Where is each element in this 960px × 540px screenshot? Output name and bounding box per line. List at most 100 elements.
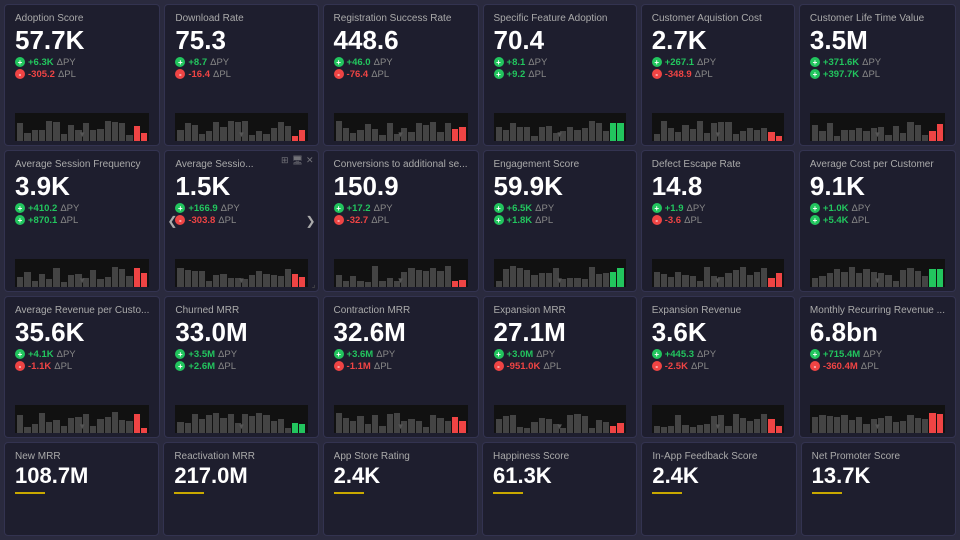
- card-delta-container: ++6.3K ΔPY--305.2 ΔPL: [15, 57, 149, 80]
- bottom-card-app-store-rating: App Store Rating2.4K: [323, 442, 478, 536]
- chart-bar: [697, 281, 703, 287]
- delta-value-0: +3.6M: [347, 349, 374, 360]
- card-value: 448.6: [334, 26, 468, 55]
- chart-bar: [754, 130, 760, 141]
- card-delta-container: ++410.2 ΔPY++870.1 ΔPL: [15, 203, 149, 226]
- delta-label-1: ΔPL: [862, 69, 880, 80]
- chart-bar: [849, 420, 855, 433]
- card-title: Average Cost per Customer: [810, 159, 945, 170]
- card-chart: ▼: [652, 259, 784, 287]
- chart-bar: [357, 281, 363, 288]
- nav-left-arrow[interactable]: ❮: [167, 214, 177, 228]
- bottom-card-in-app-feedback-score: In-App Feedback Score2.4K: [641, 442, 796, 536]
- delta-dot-0: +: [494, 349, 504, 359]
- chart-bar: [437, 418, 443, 433]
- chevron-down-icon: ▼: [397, 130, 405, 139]
- chart-bar: [119, 123, 125, 141]
- card-chart: ▼: [810, 259, 945, 287]
- delta-label-0: ΔPY: [376, 349, 395, 360]
- delta-dot-0: +: [15, 57, 25, 67]
- delta-label-1: ΔPL: [213, 69, 231, 80]
- delta-label-0: ΔPY: [697, 349, 716, 360]
- delta-value-1: -1.1M: [347, 361, 371, 372]
- delta-value-1: -303.8: [188, 215, 215, 226]
- close-icon[interactable]: ✕: [306, 155, 314, 166]
- delta-dot-1: +: [15, 215, 25, 225]
- delta-value-0: +371.6K: [823, 57, 859, 68]
- delta-dot-0: +: [494, 203, 504, 213]
- chart-bar: [206, 281, 212, 287]
- chart-bar: [675, 272, 681, 287]
- bottom-card-indicator: [334, 492, 364, 494]
- delta-dot-0: +: [810, 203, 820, 213]
- delta-value-0: +4.1K: [28, 349, 54, 360]
- delta-label-0: ΔPY: [697, 57, 716, 68]
- card-chart: ▼: [175, 113, 307, 141]
- chart-bar: [423, 125, 429, 141]
- chart-bar: [416, 421, 422, 433]
- card-value: 150.9: [334, 172, 468, 201]
- chart-bar: [682, 425, 688, 433]
- chart-bar: [68, 418, 74, 433]
- chart-bar: [126, 276, 132, 287]
- resize-handle[interactable]: ⌟: [312, 280, 316, 289]
- delta-label-0: ΔPY: [374, 203, 393, 214]
- chart-bar: [546, 419, 552, 433]
- grid-icon[interactable]: ⊞: [281, 155, 289, 166]
- chart-bar: [379, 281, 385, 287]
- chart-bar: [112, 412, 118, 433]
- delta-value-0: +6.3K: [28, 57, 54, 68]
- chart-bar: [213, 122, 219, 141]
- chart-bar: [776, 136, 782, 141]
- chart-bar: [430, 415, 436, 433]
- chart-bar: [206, 415, 212, 433]
- chart-bar: [704, 267, 710, 287]
- chart-bar: [292, 274, 298, 287]
- delta-dot-1: -: [652, 215, 662, 225]
- delta-label-1: ΔPL: [60, 215, 78, 226]
- chart-bar: [582, 416, 588, 433]
- chart-bar: [733, 134, 739, 141]
- chart-bar: [915, 125, 921, 141]
- card-title: Contraction MRR: [334, 305, 468, 316]
- chart-bar: [336, 275, 342, 287]
- delta-label-1: ΔPL: [684, 215, 702, 226]
- delta-value-0: +17.2: [347, 203, 371, 214]
- delta-label-1: ΔPL: [528, 69, 546, 80]
- chart-bar: [922, 276, 928, 287]
- card-delta-container: ++166.9 ΔPY--303.8 ΔPL: [175, 203, 307, 226]
- chart-bar: [510, 266, 516, 287]
- chart-bar: [112, 267, 118, 287]
- chart-bar: [812, 417, 818, 433]
- monitor-icon[interactable]: 🖥: [292, 155, 303, 166]
- chart-bar: [445, 421, 451, 433]
- chart-bar: [39, 130, 45, 141]
- card-expansion-revenue: Expansion Revenue3.6K++445.3 ΔPY--2.5K Δ…: [641, 296, 795, 438]
- card-title: Customer Life Time Value: [810, 13, 945, 24]
- card-value: 57.7K: [15, 26, 149, 55]
- chart-bar: [350, 421, 356, 433]
- delta-value-0: +8.7: [188, 57, 207, 68]
- chart-bar: [510, 123, 516, 141]
- card-chart: ▼: [175, 405, 307, 433]
- chart-bar: [922, 419, 928, 433]
- chart-bar: [105, 417, 111, 433]
- delta-label-0: ΔPY: [210, 57, 229, 68]
- chart-bar: [761, 268, 767, 288]
- card-chart: ▼: [494, 259, 626, 287]
- chart-bar: [546, 273, 552, 287]
- chart-bar: [690, 427, 696, 433]
- chart-bar: [517, 268, 523, 287]
- delta-value-1: +397.7K: [823, 69, 859, 80]
- delta-label-0: ΔPY: [863, 349, 882, 360]
- chevron-down-icon: ▼: [873, 422, 881, 431]
- chart-bar: [496, 281, 502, 287]
- delta-value-1: -32.7: [347, 215, 369, 226]
- delta-label-0: ΔPY: [536, 349, 555, 360]
- chart-bar: [299, 424, 305, 433]
- card-title: Engagement Score: [494, 159, 626, 170]
- card-value: 3.9K: [15, 172, 149, 201]
- chart-bar: [379, 426, 385, 433]
- nav-right-arrow[interactable]: ❯: [305, 214, 315, 228]
- chart-bar: [430, 122, 436, 142]
